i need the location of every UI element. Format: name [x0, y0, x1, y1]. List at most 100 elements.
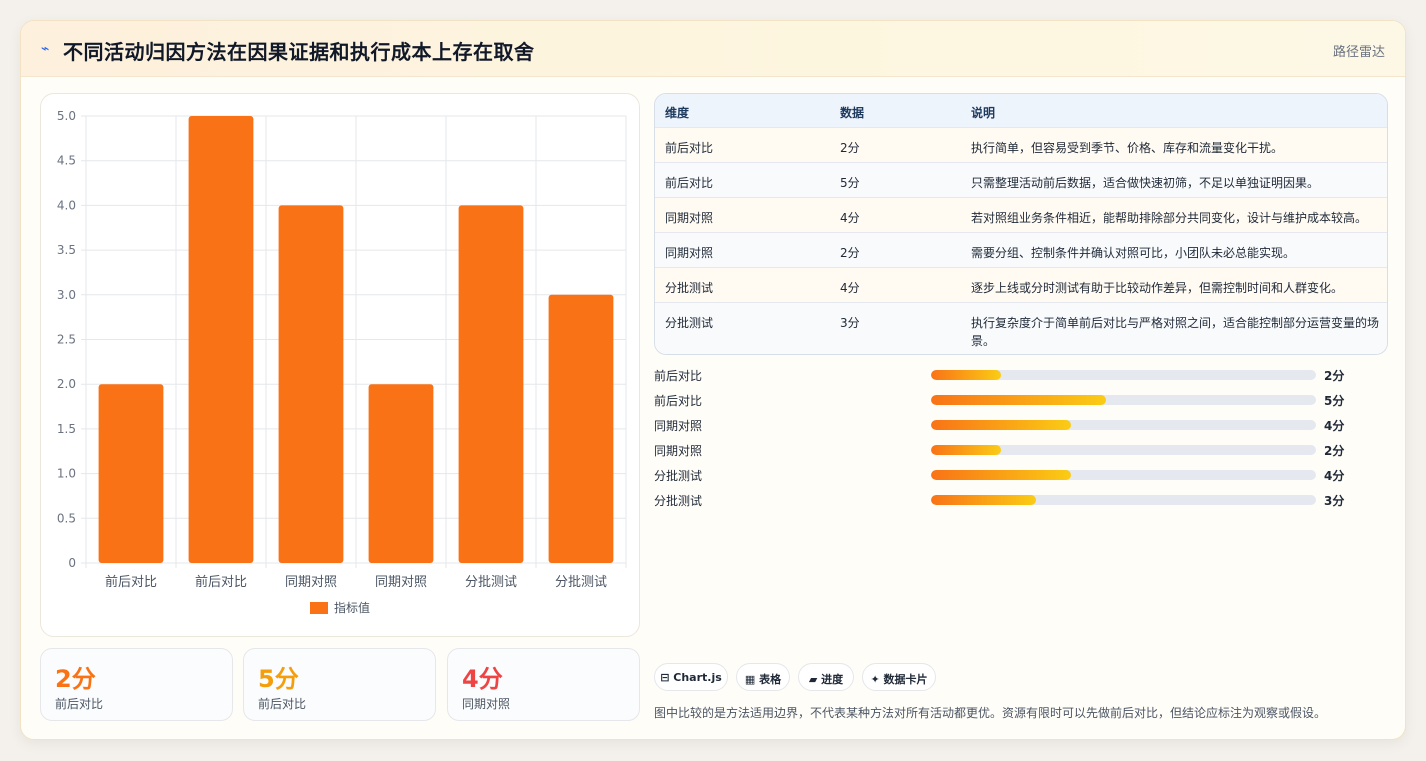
table-cell: 分批测试 — [665, 316, 714, 330]
table-cell: 5分 — [840, 176, 860, 190]
footnote: 图中比较的是方法适用边界，不代表某种方法对所有活动都更优。资源有限时可以先做前后… — [654, 706, 1327, 720]
progress-fill — [931, 470, 1071, 480]
y-tick-label: 1.5 — [57, 422, 76, 436]
stat-card: 5分 前后对比 — [243, 648, 436, 721]
progress-label: 同期对照 — [654, 419, 703, 433]
x-tick-label: 分批测试 — [465, 575, 517, 590]
route-icon: ⌁ — [41, 41, 50, 57]
progress-label: 分批测试 — [654, 469, 703, 483]
table-cell: 前后对比 — [665, 141, 714, 155]
y-tick-label: 5.0 — [57, 109, 76, 123]
table-header-cell: 说明 — [971, 106, 996, 120]
chip-progress[interactable]: ▰ 进度 — [798, 663, 854, 691]
y-tick-label: 4.0 — [57, 198, 76, 212]
y-tick-label: 0 — [68, 556, 76, 570]
header: ⌁ 不同活动归因方法在因果证据和执行成本上存在取舍 路径雷达 — [21, 21, 1405, 77]
progress-fill — [931, 495, 1036, 505]
bar — [368, 384, 434, 563]
table-cell: 4分 — [840, 281, 860, 295]
progress-row: 前后对比 2分 — [654, 364, 1388, 384]
dashboard-card: ⌁ 不同活动归因方法在因果证据和执行成本上存在取舍 路径雷达 0 0.5 1.0 1.… — [20, 20, 1406, 740]
x-tick-label: 前后对比 — [105, 574, 157, 590]
bar — [98, 384, 164, 563]
table-cell: 同期对照 — [665, 211, 714, 225]
progress-row: 同期对照 4分 — [654, 414, 1388, 434]
stat-value: 4分 — [462, 665, 503, 693]
progress-fill — [931, 420, 1071, 430]
stat-value: 2分 — [55, 665, 96, 693]
bar — [458, 205, 524, 563]
legend-swatch — [310, 602, 328, 614]
y-tick-label: 4.5 — [57, 154, 76, 168]
table-cell: 逐步上线或分时测试有助于比较动作差异，但需控制时间和人群变化。 — [971, 281, 1344, 295]
bar — [188, 116, 254, 563]
chip-table[interactable]: ▦ 表格 — [736, 663, 790, 691]
progress-row: 分批测试 3分 — [654, 489, 1388, 509]
x-tick-label: 同期对照 — [285, 575, 337, 590]
header-tag: 路径雷达 — [1332, 45, 1385, 60]
stat-card: 4分 同期对照 — [447, 648, 640, 721]
progress-label: 同期对照 — [654, 444, 703, 458]
stat-label: 前后对比 — [55, 697, 104, 711]
y-tick-label: 2.0 — [57, 377, 76, 391]
x-tick-label: 同期对照 — [375, 575, 427, 590]
table-row: 前后对比 5分 只需整理活动前后数据，适合做快速初筛，不足以单独证明因果。 — [655, 162, 1387, 197]
chip-label: ✦ 数据卡片 — [870, 673, 928, 686]
table-header-cell: 维度 — [665, 106, 690, 120]
progress-fill — [931, 370, 1001, 380]
x-tick-label: 前后对比 — [195, 574, 247, 590]
table-row: 前后对比 2分 执行简单，但容易受到季节、价格、库存和流量变化干扰。 — [655, 127, 1387, 162]
progress-value: 5分 — [1324, 394, 1345, 408]
page-title: 不同活动归因方法在因果证据和执行成本上存在取舍 — [63, 40, 535, 64]
bar — [548, 294, 614, 563]
table-cell: 执行复杂度介于简单前后对比与严格对照之间，适合能控制部分运营变量的场景。 — [971, 316, 1380, 348]
stat-card: 2分 前后对比 — [40, 648, 233, 721]
table-header-cell: 数据 — [840, 106, 865, 120]
progress-track — [931, 470, 1316, 480]
table-row: 同期对照 4分 若对照组业务条件相近，能帮助排除部分共同变化，设计与维护成本较高… — [655, 197, 1387, 232]
chip-data-card[interactable]: ✦ 数据卡片 — [862, 663, 936, 691]
progress-value: 4分 — [1324, 469, 1345, 483]
progress-value: 2分 — [1324, 444, 1345, 458]
x-tick-label: 分批测试 — [555, 575, 607, 590]
table-cell: 需要分组、控制条件并确认对照可比，小团队未必总能实现。 — [971, 246, 1296, 260]
progress-value: 2分 — [1324, 369, 1345, 383]
table-cell: 分批测试 — [665, 281, 714, 295]
table-cell: 只需整理活动前后数据，适合做快速初筛，不足以单独证明因果。 — [971, 176, 1320, 190]
table-cell: 2分 — [840, 141, 860, 155]
table-row: 分批测试 4分 逐步上线或分时测试有助于比较动作差异，但需控制时间和人群变化。 — [655, 267, 1387, 302]
table-cell: 2分 — [840, 246, 860, 260]
legend-label: 指标值 — [334, 600, 370, 615]
progress-track — [931, 445, 1316, 455]
bar-chart: 0 0.5 1.0 1.5 2.0 2.5 3.0 3.5 4.0 4.5 5.0 前后对比 前后对比 同… — [40, 93, 640, 637]
bar-chart-svg: 0 0.5 1.0 1.5 2.0 2.5 3.0 3.5 4.0 4.5 5.0 前后对比 前后对比 同… — [57, 109, 627, 615]
stat-value: 5分 — [258, 665, 299, 693]
y-tick-label: 0.5 — [57, 511, 76, 525]
bar — [278, 205, 344, 563]
table-row: 同期对照 2分 需要分组、控制条件并确认对照可比，小团队未必总能实现。 — [655, 232, 1387, 267]
y-tick-label: 3.5 — [57, 243, 76, 257]
table-cell: 同期对照 — [665, 246, 714, 260]
chip-chartjs[interactable]: ⊟ Chart.js — [654, 663, 728, 691]
progress-label: 前后对比 — [654, 369, 703, 383]
table-cell: 4分 — [840, 211, 860, 225]
y-tick-label: 1.0 — [57, 467, 76, 481]
progress-track — [931, 395, 1316, 405]
table-cell: 前后对比 — [665, 176, 714, 190]
data-table: 维度 数据 说明 前后对比 2分 执行简单，但容易受到季节、价格、库存和流量变化… — [654, 93, 1388, 355]
progress-row: 同期对照 2分 — [654, 439, 1388, 459]
chip-label: ▰ 进度 — [808, 673, 844, 686]
progress-fill — [931, 395, 1106, 405]
table-cell: 若对照组业务条件相近，能帮助排除部分共同变化，设计与维护成本较高。 — [971, 211, 1368, 225]
progress-row: 前后对比 5分 — [654, 389, 1388, 409]
progress-row: 分批测试 4分 — [654, 464, 1388, 484]
chip-label: ▦ 表格 — [744, 673, 782, 686]
table-cell: 执行简单，但容易受到季节、价格、库存和流量变化干扰。 — [971, 141, 1284, 155]
progress-value: 3分 — [1324, 494, 1345, 508]
progress-label: 分批测试 — [654, 494, 703, 508]
progress-value: 4分 — [1324, 419, 1345, 433]
stat-label: 同期对照 — [462, 697, 511, 711]
y-tick-label: 2.5 — [57, 333, 76, 347]
stat-label: 前后对比 — [258, 697, 307, 711]
progress-label: 前后对比 — [654, 394, 703, 408]
